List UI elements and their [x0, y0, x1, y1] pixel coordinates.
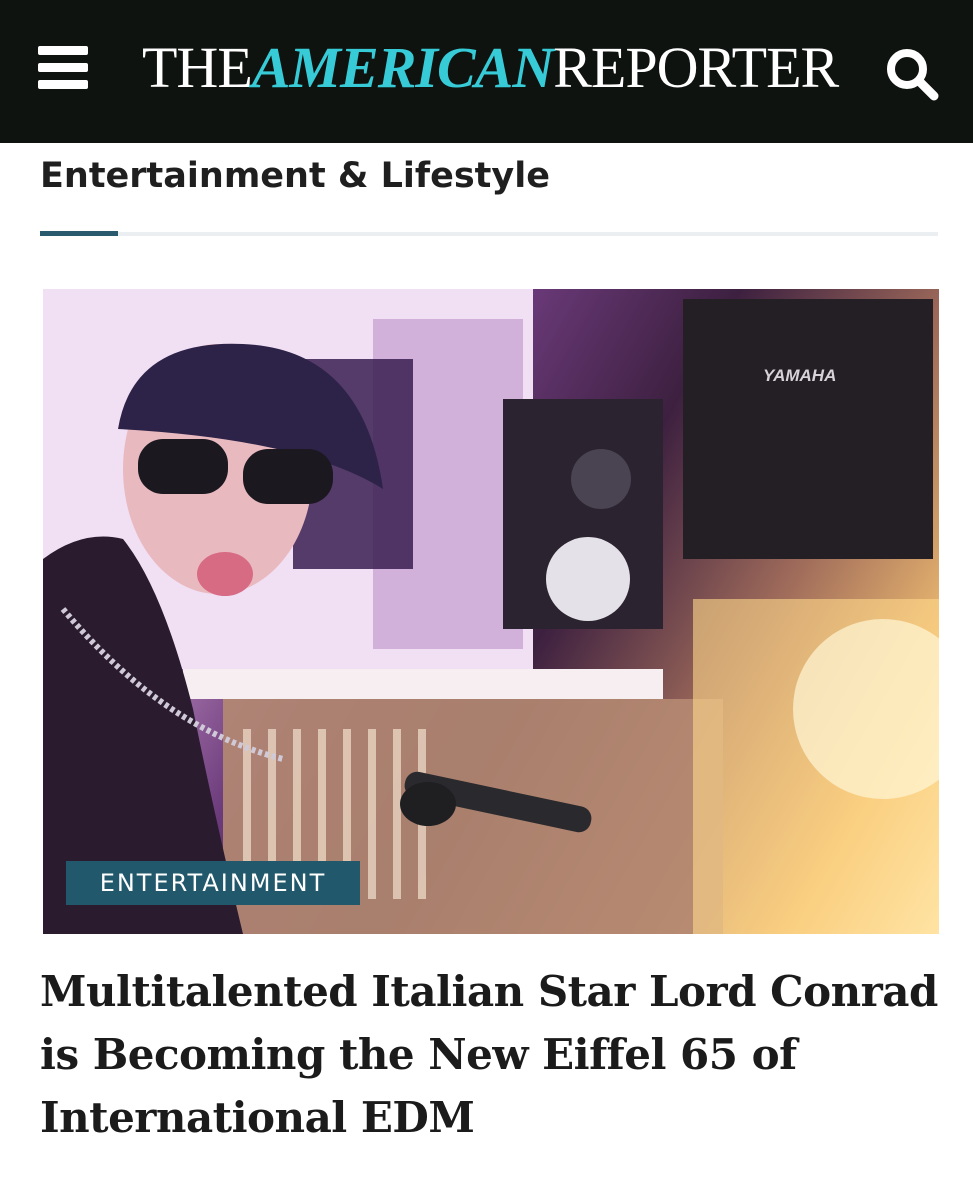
- section-divider-accent: [40, 231, 118, 236]
- section-title: Entertainment & Lifestyle: [40, 156, 550, 196]
- section-divider: [40, 232, 938, 236]
- article-hero-image[interactable]: YAMAHA: [43, 289, 939, 934]
- site-logo[interactable]: THEAMERICANREPORTER: [142, 36, 842, 100]
- svg-text:YAMAHA: YAMAHA: [763, 366, 836, 385]
- article-headline[interactable]: Multitalented Italian Star Lord Conrad i…: [40, 960, 940, 1149]
- site-header: THEAMERICANREPORTER: [0, 0, 973, 143]
- logo-american: AMERICAN: [251, 35, 554, 100]
- menu-bar: [38, 80, 88, 89]
- logo-reporter: REPORTER: [553, 35, 839, 100]
- menu-bar: [38, 46, 88, 55]
- menu-bar: [38, 63, 88, 72]
- category-badge[interactable]: ENTERTAINMENT: [66, 861, 360, 905]
- hamburger-menu-icon[interactable]: [38, 46, 88, 90]
- logo-the: THE: [142, 35, 253, 100]
- search-icon[interactable]: [884, 46, 940, 102]
